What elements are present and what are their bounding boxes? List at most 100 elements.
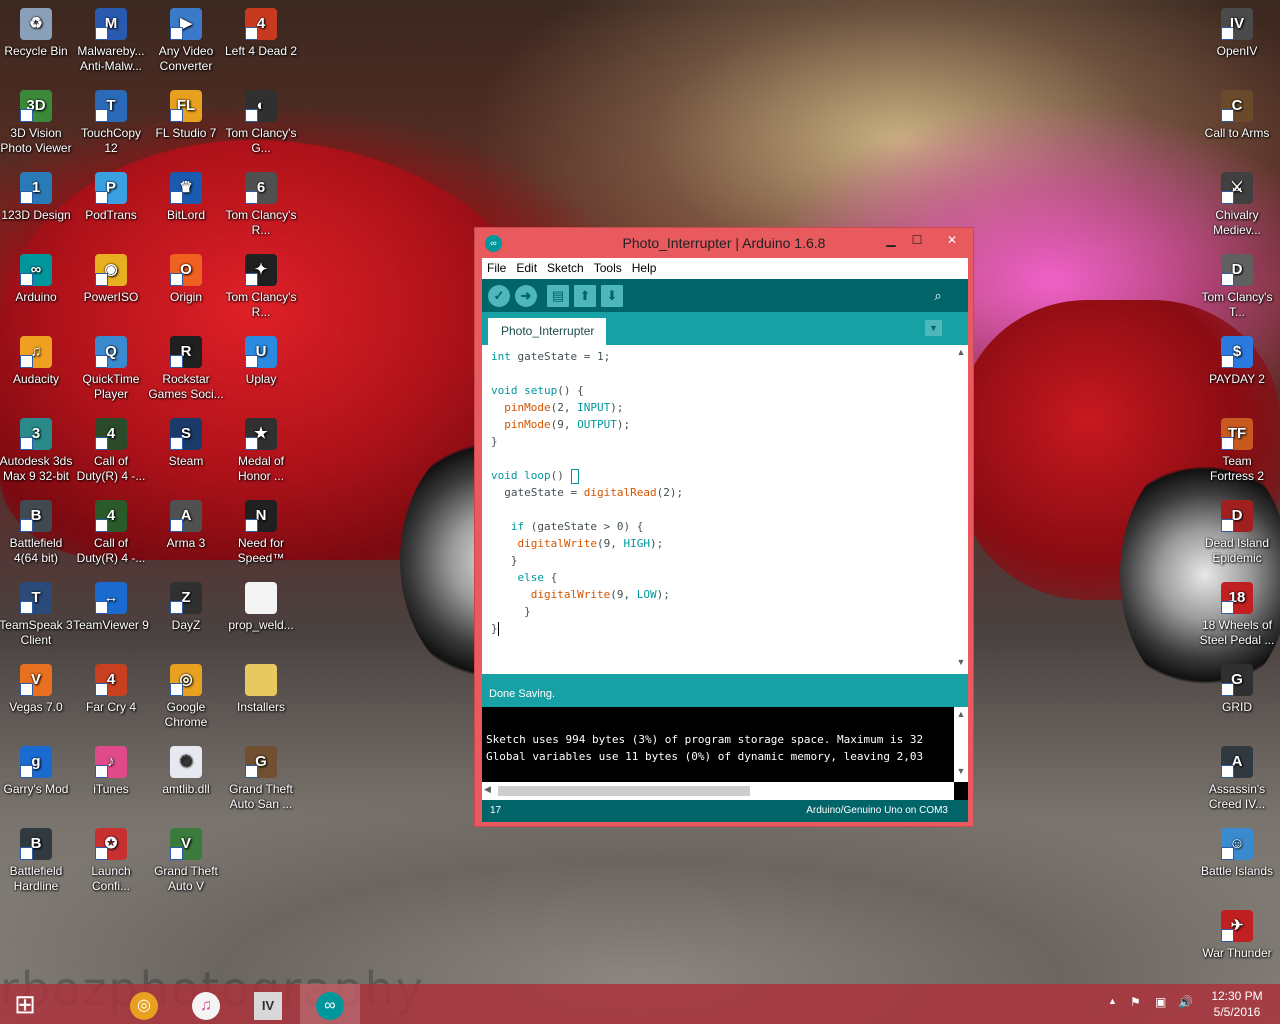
desktop-icon[interactable]: B Battlefield Hardline	[0, 822, 74, 902]
taskbar-chrome[interactable]: ◎	[114, 984, 174, 1024]
desktop-icon-label: QuickTime Player	[82, 372, 140, 401]
scroll-down-icon[interactable]: ▼	[954, 657, 968, 671]
save-sketch-button[interactable]: ⬇	[601, 285, 623, 307]
taskbar-itunes[interactable]: ♫	[176, 984, 236, 1024]
desktop-icon[interactable]: Q QuickTime Player	[73, 330, 149, 410]
verify-button[interactable]: ✓	[488, 285, 510, 307]
desktop-icon[interactable]: T TouchCopy 12	[73, 84, 149, 164]
desktop-icon[interactable]: Installers	[223, 658, 299, 738]
desktop-icon[interactable]: ☺ Battle Islands	[1199, 822, 1275, 902]
show-hidden-icons-button[interactable]: ▲	[1108, 996, 1117, 1024]
action-center-flag-icon[interactable]: ⚑	[1130, 995, 1141, 1024]
desktop-icon[interactable]: ▶ Any Video Converter	[148, 2, 224, 82]
window-titlebar[interactable]: ∞ Photo_Interrupter | Arduino 1.6.8 ▁ ☐ …	[475, 228, 973, 258]
menu-edit[interactable]: Edit	[511, 258, 542, 275]
desktop-icon[interactable]: ★ Medal of Honor ...	[223, 412, 299, 492]
desktop-icon[interactable]: $ PAYDAY 2	[1199, 330, 1275, 410]
desktop-icon[interactable]: 6 Tom Clancy's R...	[223, 166, 299, 246]
desktop-icon[interactable]: A Arma 3	[148, 494, 224, 574]
desktop-icon[interactable]: 4 Call of Duty(R) 4 -...	[73, 412, 149, 492]
desktop-icon[interactable]: Z DayZ	[148, 576, 224, 656]
desktop-icon[interactable]: ♻ Recycle Bin	[0, 2, 74, 82]
menu-help[interactable]: Help	[627, 258, 662, 275]
garrys-mod-icon: g	[20, 746, 52, 778]
desktop-icon[interactable]: G GRID	[1199, 658, 1275, 738]
desktop-icon[interactable]: V Vegas 7.0	[0, 658, 74, 738]
scroll-up-icon[interactable]: ▲	[954, 347, 968, 361]
desktop-icon[interactable]: B Battlefield 4(64 bit)	[0, 494, 74, 574]
desktop-icon[interactable]: g Garry's Mod	[0, 740, 74, 820]
system-clock[interactable]: 12:30 PM 5/5/2016	[1205, 988, 1269, 1020]
desktop-icon[interactable]: ♛ BitLord	[148, 166, 224, 246]
console-horizontal-scrollbar[interactable]: ◀	[482, 782, 954, 800]
desktop-icon[interactable]: IV OpenIV	[1199, 2, 1275, 82]
scroll-left-icon[interactable]: ◀	[484, 784, 491, 795]
tab-menu-button[interactable]: ▼	[925, 320, 942, 336]
desktop-icon[interactable]: R Rockstar Games Soci...	[148, 330, 224, 410]
desktop-icon[interactable]: ∞ Arduino	[0, 248, 74, 328]
close-button[interactable]: ✕	[933, 231, 971, 249]
desktop-icon[interactable]: G Grand Theft Auto San ...	[223, 740, 299, 820]
desktop-icon[interactable]: V Grand Theft Auto V	[148, 822, 224, 902]
editor-scrollbar[interactable]: ▲ ▼	[954, 345, 968, 674]
code-text[interactable]: int gateState = 1; void setup() { pinMod…	[491, 348, 683, 637]
taskbar-arduino[interactable]: ∞	[300, 984, 360, 1024]
desktop-icon[interactable]: prop_weld...	[223, 576, 299, 656]
desktop-icon[interactable]: O Origin	[148, 248, 224, 328]
desktop-icon[interactable]: 4 Call of Duty(R) 4 -...	[73, 494, 149, 574]
desktop-icon[interactable]: A Assassin's Creed IV...	[1199, 740, 1275, 820]
open-sketch-button[interactable]: ⬆	[574, 285, 596, 307]
volume-icon[interactable]: 🔊	[1178, 995, 1193, 1024]
desktop-icon[interactable]: 4 Left 4 Dead 2	[223, 2, 299, 82]
desktop-icon[interactable]: FL FL Studio 7	[148, 84, 224, 164]
console-scrollbar[interactable]: ▲ ▼	[954, 707, 968, 782]
menu-file[interactable]: File	[482, 258, 511, 275]
minimize-button[interactable]: ▁	[878, 231, 904, 249]
desktop-icon[interactable]: C Call to Arms	[1199, 84, 1275, 164]
desktop-icon-label: Uplay	[245, 372, 277, 386]
desktop-icon[interactable]: TF Team Fortress 2	[1199, 412, 1275, 492]
need-for-speed-icon: N	[245, 500, 277, 532]
desktop-icon[interactable]: 1 123D Design	[0, 166, 74, 246]
scroll-up-icon[interactable]: ▲	[954, 709, 968, 723]
serial-monitor-button[interactable]: ⌕	[927, 285, 949, 307]
menu-sketch[interactable]: Sketch	[542, 258, 589, 275]
scroll-thumb[interactable]	[498, 786, 750, 796]
payday2-icon: $	[1221, 336, 1253, 368]
network-icon[interactable]: ▣	[1155, 995, 1166, 1024]
desktop-icon[interactable]: 18 18 Wheels of Steel Pedal ...	[1199, 576, 1275, 656]
maximize-button[interactable]: ☐	[904, 231, 930, 249]
desktop-icon[interactable]: 4 Far Cry 4	[73, 658, 149, 738]
desktop-icon[interactable]: ✦ Tom Clancy's R...	[223, 248, 299, 328]
desktop-icon[interactable]: N Need for Speed™	[223, 494, 299, 574]
tab-photo-interrupter[interactable]: Photo_Interrupter	[488, 318, 606, 345]
desktop-icon[interactable]: D Dead Island Epidemic	[1199, 494, 1275, 574]
desktop-icon[interactable]: ⚙ amtlib.dll	[148, 740, 224, 820]
desktop-icon[interactable]: S Steam	[148, 412, 224, 492]
desktop-icon[interactable]: 3D 3D Vision Photo Viewer	[0, 84, 74, 164]
upload-button[interactable]: ➜	[515, 285, 537, 307]
desktop-icon[interactable]: ⚔ Chivalry Mediev...	[1199, 166, 1275, 246]
code-editor[interactable]: int gateState = 1; void setup() { pinMod…	[482, 345, 968, 674]
desktop-icon[interactable]: ↔ TeamViewer 9	[73, 576, 149, 656]
desktop-icon[interactable]: ◉ PowerISO	[73, 248, 149, 328]
desktop-icon[interactable]: ✪ Launch Confi...	[73, 822, 149, 902]
desktop-icon[interactable]: D Tom Clancy's T...	[1199, 248, 1275, 328]
scroll-down-icon[interactable]: ▼	[954, 766, 968, 780]
desktop-icon[interactable]: P PodTrans	[73, 166, 149, 246]
desktop-icon[interactable]: M Malwareby... Anti-Malw...	[73, 2, 149, 82]
desktop-icon-label: Tom Clancy's R...	[225, 208, 297, 237]
taskbar-openiv[interactable]: IV	[238, 984, 298, 1024]
desktop-icon[interactable]: ◎ Google Chrome	[148, 658, 224, 738]
desktop-icon[interactable]: ♫ Audacity	[0, 330, 74, 410]
desktop-icon[interactable]: ✈ War Thunder	[1199, 904, 1275, 984]
desktop-icon[interactable]: U Uplay	[223, 330, 299, 410]
start-button[interactable]: ⊞	[0, 984, 50, 1024]
menu-tools[interactable]: Tools	[589, 258, 627, 275]
new-sketch-button[interactable]: ▤	[547, 285, 569, 307]
desktop-icon[interactable]: ♪ iTunes	[73, 740, 149, 820]
arduino-window[interactable]: ∞ Photo_Interrupter | Arduino 1.6.8 ▁ ☐ …	[474, 227, 974, 827]
desktop-icon[interactable]: T TeamSpeak 3 Client	[0, 576, 74, 656]
desktop-icon[interactable]: ◐ Tom Clancy's G...	[223, 84, 299, 164]
desktop-icon[interactable]: 3 Autodesk 3ds Max 9 32-bit	[0, 412, 74, 492]
